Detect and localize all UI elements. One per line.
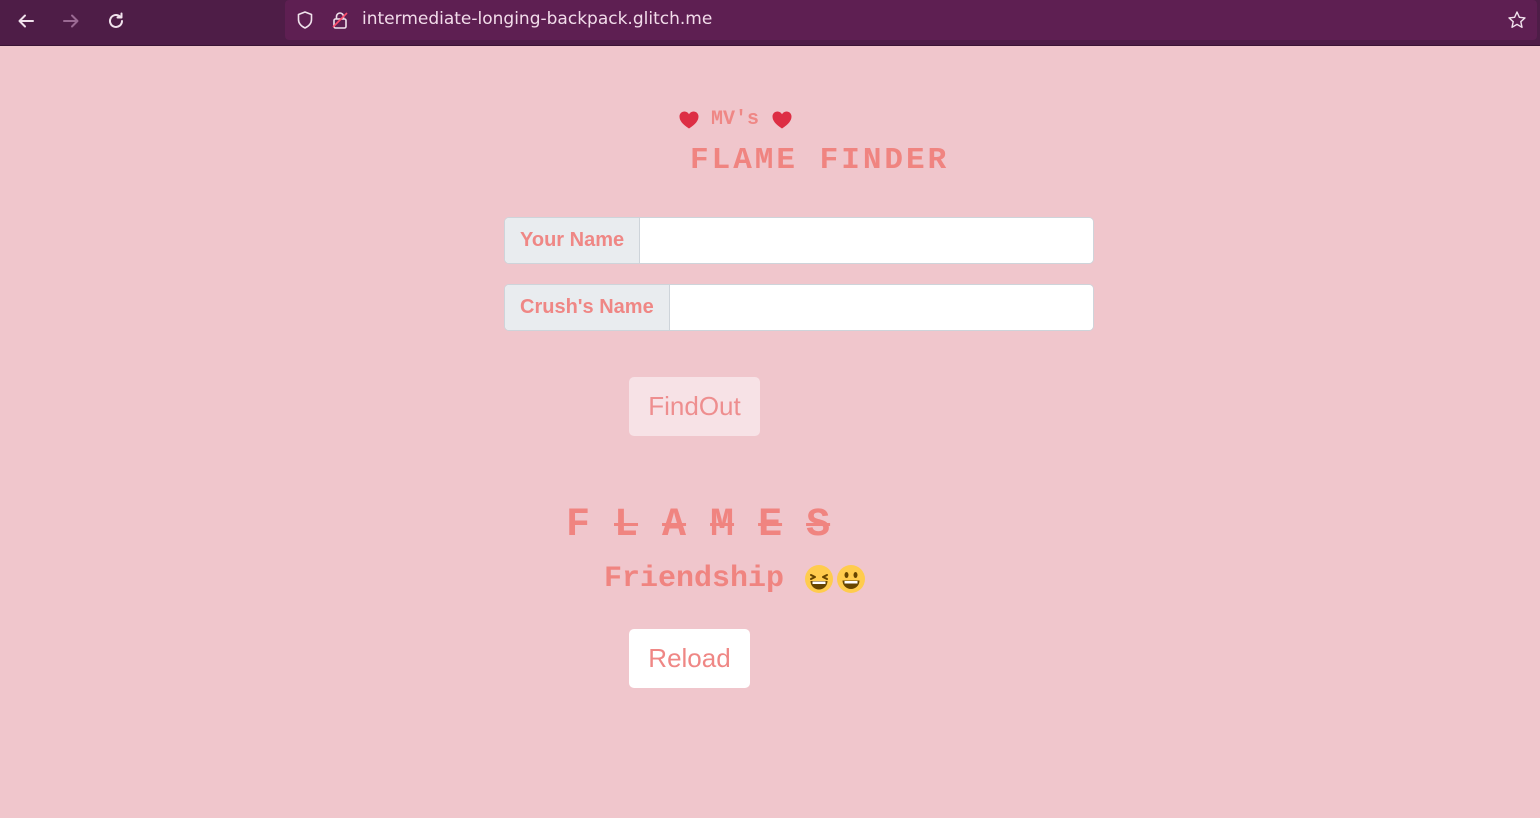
flames-letter-struck: E bbox=[758, 503, 783, 548]
reload-page-button[interactable] bbox=[100, 6, 132, 36]
flames-letter-struck: A bbox=[662, 503, 687, 548]
your-name-label: Your Name bbox=[505, 218, 641, 263]
heart-icon bbox=[678, 109, 700, 131]
back-button[interactable] bbox=[10, 6, 42, 36]
flames-letter-struck: L bbox=[614, 503, 639, 548]
result-text: Friendship bbox=[604, 562, 785, 596]
crush-name-group: Crush's Name bbox=[504, 284, 1094, 331]
grinning-squinting-face-icon bbox=[804, 564, 834, 594]
url-text[interactable]: intermediate-longing-backpack.glitch.me bbox=[362, 9, 712, 29]
heart-icon bbox=[771, 109, 793, 131]
crush-name-label: Crush's Name bbox=[505, 285, 670, 330]
your-name-group: Your Name bbox=[504, 217, 1094, 264]
lock-icon[interactable] bbox=[330, 10, 350, 30]
address-bar[interactable]: intermediate-longing-backpack.glitch.me bbox=[285, 0, 1537, 40]
page-title: FLAME FINDER bbox=[690, 143, 950, 178]
brand-text: MV's bbox=[711, 108, 760, 131]
star-icon[interactable] bbox=[1507, 10, 1527, 30]
flames-letter-struck: S bbox=[806, 503, 831, 548]
flames-letters: FLAMES bbox=[566, 503, 854, 548]
brand-line: MV's bbox=[678, 108, 793, 131]
reload-button[interactable]: Reload bbox=[629, 629, 750, 688]
browser-toolbar: intermediate-longing-backpack.glitch.me bbox=[0, 0, 1540, 46]
shield-icon[interactable] bbox=[295, 10, 315, 30]
forward-button[interactable] bbox=[55, 6, 87, 36]
grinning-face-icon bbox=[836, 564, 866, 594]
arrow-left-icon bbox=[18, 14, 34, 28]
your-name-input[interactable] bbox=[640, 218, 1093, 263]
reload-icon bbox=[109, 12, 123, 28]
findout-button[interactable]: FindOut bbox=[629, 377, 760, 436]
flames-letter-struck: M bbox=[710, 503, 735, 548]
arrow-right-icon bbox=[63, 14, 79, 28]
flames-letter: F bbox=[566, 503, 591, 548]
result-line: Friendship bbox=[604, 562, 866, 596]
crush-name-input[interactable] bbox=[669, 285, 1093, 330]
